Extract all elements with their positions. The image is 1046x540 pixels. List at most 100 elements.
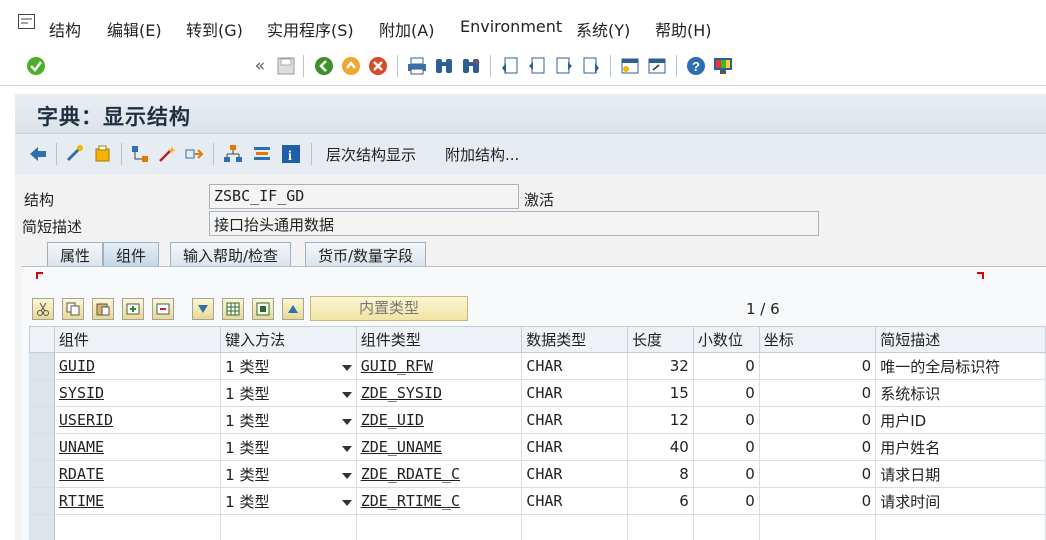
- table-row[interactable]: RDATE 1 类型 ZDE_RDATE_C CHAR 8 0 0 请求日期: [29, 460, 1046, 488]
- component-cell[interactable]: USERID: [53, 406, 222, 434]
- sort-ascending-icon[interactable]: [282, 298, 304, 320]
- paste-row-icon[interactable]: [92, 298, 114, 320]
- display-change-icon[interactable]: [65, 144, 85, 164]
- where-used-icon[interactable]: [130, 144, 150, 164]
- chevron-down-icon[interactable]: [341, 472, 352, 479]
- typing-method-value: 1 类型: [225, 438, 270, 457]
- chevron-down-icon[interactable]: [341, 499, 352, 506]
- col-header-typing-method[interactable]: 键入方法: [220, 326, 357, 353]
- save-icon[interactable]: [276, 56, 296, 76]
- component-cell[interactable]: RDATE: [53, 460, 222, 488]
- enter-check-icon[interactable]: [26, 56, 46, 76]
- back-icon[interactable]: [314, 56, 334, 76]
- typing-method-cell[interactable]: 1 类型: [220, 406, 357, 434]
- component-cell[interactable]: RTIME: [53, 487, 222, 515]
- typing-method-cell[interactable]: 1 类型: [220, 487, 357, 515]
- table-row[interactable]: USERID 1 类型 ZDE_UID CHAR 12 0 0 用户ID: [29, 406, 1046, 434]
- cut-row-icon[interactable]: [32, 298, 54, 320]
- cancel-icon[interactable]: [368, 56, 388, 76]
- builtin-type-button[interactable]: 内置类型: [310, 296, 468, 321]
- row-selector[interactable]: [29, 406, 55, 434]
- help-icon[interactable]: ?: [686, 56, 706, 76]
- chevron-down-icon[interactable]: [341, 391, 352, 398]
- typing-method-cell[interactable]: 1 类型: [220, 460, 357, 488]
- delete-row-icon[interactable]: [152, 298, 174, 320]
- component-type-cell[interactable]: ZDE_RTIME_C: [355, 487, 523, 515]
- insert-row-icon[interactable]: [122, 298, 144, 320]
- table-detail-icon[interactable]: [252, 298, 274, 320]
- chevron-down-icon[interactable]: [341, 445, 352, 452]
- magic-wand-icon[interactable]: [157, 144, 177, 164]
- technical-settings-icon[interactable]: [252, 144, 272, 164]
- copy-row-icon[interactable]: [62, 298, 84, 320]
- chevron-down-icon[interactable]: [341, 418, 352, 425]
- tab-input-help-check[interactable]: 输入帮助/检查: [170, 242, 292, 266]
- exit-icon[interactable]: [341, 56, 361, 76]
- row-selector[interactable]: [29, 379, 55, 407]
- component-cell[interactable]: UNAME: [53, 433, 222, 461]
- component-type-cell[interactable]: ZDE_UID: [355, 406, 523, 434]
- col-header-data-type[interactable]: 数据类型: [521, 326, 629, 353]
- table-row[interactable]: SYSID 1 类型 ZDE_SYSID CHAR 15 0 0 系统标识: [29, 379, 1046, 407]
- history-arrow-icon[interactable]: «: [250, 56, 270, 76]
- next-page-icon[interactable]: [554, 56, 574, 76]
- table-row[interactable]: RTIME 1 类型 ZDE_RTIME_C CHAR 6 0 0 请求时间: [29, 487, 1046, 515]
- prev-page-icon[interactable]: [527, 56, 547, 76]
- component-type-cell[interactable]: ZDE_SYSID: [355, 379, 523, 407]
- table-grid-icon[interactable]: [222, 298, 244, 320]
- col-header-coordinate[interactable]: 坐标: [758, 326, 877, 353]
- col-header-decimals[interactable]: 小数位: [692, 326, 760, 353]
- first-page-icon[interactable]: [500, 56, 520, 76]
- row-selector[interactable]: [29, 433, 55, 461]
- typing-method-cell[interactable]: 1 类型: [220, 433, 357, 461]
- menu-edit[interactable]: 编辑(E): [107, 17, 162, 41]
- menu-help[interactable]: 帮助(H): [655, 17, 712, 41]
- menu-goto[interactable]: 转到(G): [186, 17, 243, 41]
- col-header-component[interactable]: 组件: [53, 326, 222, 353]
- print-icon[interactable]: [407, 56, 427, 76]
- navigate-icon[interactable]: [184, 144, 204, 164]
- component-type-cell[interactable]: GUID_RFW: [355, 352, 523, 380]
- sap-menu-icon[interactable]: [18, 14, 35, 29]
- info-icon[interactable]: i: [281, 144, 301, 164]
- find-next-icon[interactable]: +: [461, 56, 481, 76]
- active-inactive-icon[interactable]: [93, 144, 113, 164]
- other-object-icon[interactable]: [28, 144, 48, 164]
- find-icon[interactable]: [434, 56, 454, 76]
- menu-extras[interactable]: 附加(A): [379, 17, 434, 41]
- typing-method-cell[interactable]: 1 类型: [220, 352, 357, 380]
- hierarchy-icon[interactable]: [223, 144, 243, 164]
- typing-method-cell[interactable]: 1 类型: [220, 379, 357, 407]
- component-type-cell[interactable]: ZDE_RDATE_C: [355, 460, 523, 488]
- shortcut-icon[interactable]: [647, 56, 667, 76]
- component-type-cell[interactable]: ZDE_UNAME: [355, 433, 523, 461]
- sort-descending-icon[interactable]: [192, 298, 214, 320]
- chevron-down-icon[interactable]: [341, 364, 352, 371]
- menu-system[interactable]: 系统(Y): [576, 17, 630, 41]
- table-row-empty[interactable]: [29, 514, 1046, 540]
- tab-components[interactable]: 组件: [103, 242, 160, 266]
- table-row[interactable]: GUID 1 类型 GUID_RFW CHAR 32 0 0 唯一的全局标识符: [29, 352, 1046, 380]
- row-selector[interactable]: [29, 352, 55, 380]
- col-header-description[interactable]: 简短描述: [875, 326, 1046, 353]
- select-all-cell[interactable]: [29, 326, 55, 353]
- row-selector[interactable]: [29, 514, 55, 540]
- menu-structure[interactable]: 结构: [49, 17, 81, 41]
- tab-attributes[interactable]: 属性: [47, 242, 104, 266]
- hierarchy-display-button[interactable]: 层次结构显示: [326, 144, 416, 165]
- row-selector[interactable]: [29, 460, 55, 488]
- component-cell[interactable]: SYSID: [53, 379, 222, 407]
- col-header-length[interactable]: 长度: [627, 326, 694, 353]
- menu-environment[interactable]: Environment: [460, 17, 562, 36]
- menu-utilities[interactable]: 实用程序(S): [267, 17, 354, 41]
- col-header-component-type[interactable]: 组件类型: [355, 326, 523, 353]
- last-page-icon[interactable]: [581, 56, 601, 76]
- data-type-cell: CHAR: [521, 406, 629, 434]
- tab-currency-quantity[interactable]: 货币/数量字段: [305, 242, 427, 266]
- table-row[interactable]: UNAME 1 类型 ZDE_UNAME CHAR 40 0 0 用户姓名: [29, 433, 1046, 461]
- new-session-icon[interactable]: [620, 56, 640, 76]
- component-cell[interactable]: GUID: [53, 352, 222, 380]
- append-structure-button[interactable]: 附加结构...: [445, 144, 519, 165]
- row-selector[interactable]: [29, 487, 55, 515]
- customize-icon[interactable]: [713, 56, 733, 76]
